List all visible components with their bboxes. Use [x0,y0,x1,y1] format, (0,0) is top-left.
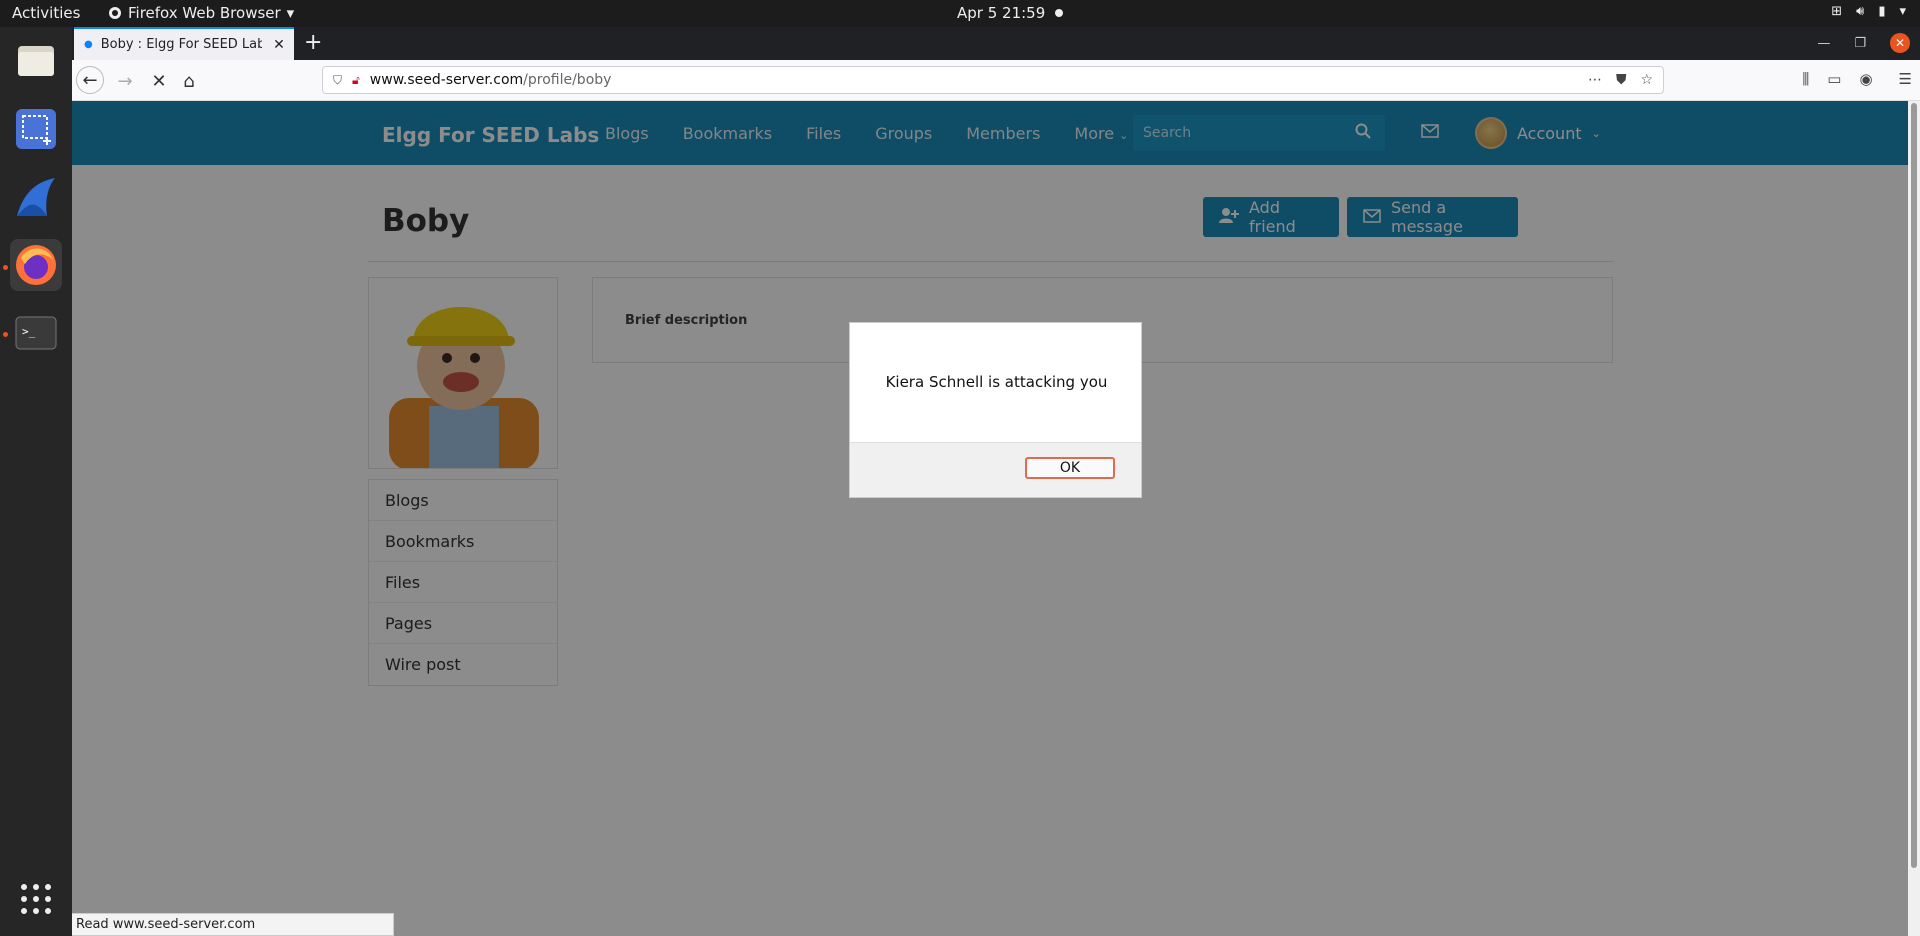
firefox-dock-item[interactable] [10,239,62,291]
stop-loading-icon[interactable]: ✕ [146,68,172,94]
tab-boby-profile[interactable]: ● Boby : Elgg For SEED Lab ✕ [74,27,294,60]
show-apps-dock-item[interactable] [10,873,62,925]
firefox-window: ● Boby : Elgg For SEED Lab ✕ + — ❐ ✕ ← →… [72,27,1920,936]
firefox-small-icon [109,7,121,19]
chevron-down-icon: ▾ [286,4,295,22]
tab-title: Boby : Elgg For SEED Lab [100,37,262,52]
url-path: /profile/boby [523,72,612,88]
page-viewport: Elgg For SEED Labs Blogs Bookmarks Files… [72,101,1908,936]
tracking-shield-icon[interactable]: ⛉ [333,73,342,88]
tab-close-icon[interactable]: ✕ [270,37,288,53]
notification-dot-icon [1055,9,1064,17]
screenshot-icon [16,109,56,149]
navigation-toolbar: ← → ✕ ⌂ ⛉ 🔓︎ www.seed-server.com/profile… [72,60,1920,101]
tab-loading-icon: ● [84,39,93,50]
window-controls: — ❐ ✕ [1817,33,1910,53]
dock: >_ [0,27,72,936]
files-dock-item[interactable] [10,35,62,87]
forward-arrow-icon[interactable]: → [112,68,138,94]
system-top-bar: Activities Firefox Web Browser ▾ Apr 5 2… [0,0,1920,27]
new-tab-icon[interactable]: + [304,31,322,55]
library-icon[interactable]: ⫼ [1802,70,1809,88]
screenshot-dock-item[interactable] [10,103,62,155]
minimize-icon[interactable]: — [1817,36,1830,51]
volume-icon: 🔊︎ [1856,4,1865,19]
url-host: www.seed-server.com [369,72,524,88]
toolbar-right: ⫼ ▭ ◉ ☰ [1802,70,1912,88]
ok-button[interactable]: OK [1025,457,1115,479]
restore-icon[interactable]: ❐ [1854,36,1866,51]
page-actions-icon[interactable]: ⋯ [1588,72,1602,88]
terminal-running-indicator [3,332,8,337]
terminal-dock-item[interactable]: >_ [10,307,62,359]
system-tray[interactable]: ⊞ 🔊︎ ▮ ▾ [1831,4,1906,19]
bookmark-star-icon[interactable]: ☆ [1640,72,1653,88]
alert-footer: OK [850,442,1141,497]
desktop: Activities Firefox Web Browser ▾ Apr 5 2… [0,0,1920,936]
activities-button[interactable]: Activities [12,4,80,22]
firefox-running-indicator [3,265,8,270]
svg-text:>_: >_ [22,325,36,338]
scrollbar-thumb[interactable] [1911,103,1917,868]
tab-bar: ● Boby : Elgg For SEED Lab ✕ + — ❐ ✕ [72,27,1920,60]
window-close-icon[interactable]: ✕ [1890,33,1910,53]
wireshark-dock-item[interactable] [10,171,62,223]
network-icon: ⊞ [1831,4,1843,19]
clock-text: Apr 5 21:59 [957,4,1046,22]
url-actions: ⋯ ⛊ ☆ [1588,72,1653,88]
address-bar[interactable]: ⛉ 🔓︎ www.seed-server.com/profile/boby ⋯ … [322,66,1664,94]
modal-overlay [72,101,1908,936]
url-info-icons: ⛉ 🔓︎ [323,73,370,88]
app-menu[interactable]: Firefox Web Browser ▾ [108,4,294,22]
status-bar: Read www.seed-server.com [72,913,394,936]
hamburger-menu-icon[interactable]: ☰ [1899,70,1912,88]
alert-message: Kiera Schnell is attacking you [885,373,1108,391]
vertical-scrollbar[interactable] [1908,101,1920,936]
files-icon [18,46,54,76]
app-menu-label: Firefox Web Browser [128,4,281,22]
terminal-icon: >_ [15,316,57,350]
home-icon[interactable]: ⌂ [176,68,202,94]
back-arrow-icon[interactable]: ← [76,66,104,94]
wireshark-icon [17,178,55,216]
sidebar-icon[interactable]: ▭ [1827,70,1841,88]
app-grid-icon [21,884,51,914]
pocket-icon[interactable]: ⛊ [1616,72,1627,88]
account-icon[interactable]: ◉ [1859,70,1872,88]
firefox-icon [16,245,56,285]
battery-icon: ▮ [1878,4,1886,19]
clock[interactable]: Apr 5 21:59 [957,4,1064,22]
alert-dialog: Kiera Schnell is attacking you OK [849,322,1142,498]
power-menu-icon: ▾ [1899,4,1906,19]
insecure-lock-icon[interactable]: 🔓︎ [352,73,360,88]
